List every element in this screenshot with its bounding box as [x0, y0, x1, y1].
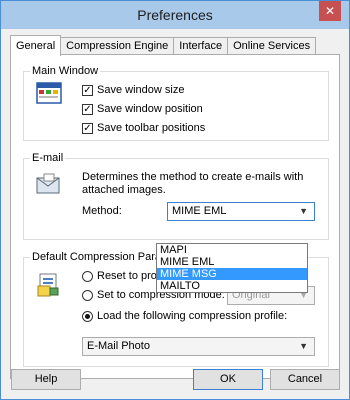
- tab-strip: General Compression Engine Interface Onl…: [10, 35, 317, 56]
- method-select[interactable]: MIME EML ▼: [167, 202, 315, 221]
- window-icon: [36, 82, 62, 104]
- load-profile-radio[interactable]: [82, 310, 93, 322]
- tab-interface[interactable]: Interface: [173, 37, 229, 55]
- window-title: Preferences: [137, 7, 213, 23]
- save-window-size-option[interactable]: ✓ Save window size: [82, 84, 184, 96]
- close-button[interactable]: ✕: [319, 1, 341, 21]
- title-bar[interactable]: Preferences ✕: [1, 1, 349, 29]
- method-select-value: MIME EML: [172, 205, 227, 217]
- email-description-line-1: Determines the method to create e-mails …: [82, 171, 304, 183]
- help-button[interactable]: Help: [11, 369, 81, 390]
- main-window-group-title: Main Window: [30, 65, 101, 77]
- save-window-position-label: Save window position: [97, 103, 203, 115]
- tab-general[interactable]: General: [10, 35, 62, 56]
- save-window-size-label: Save window size: [97, 84, 185, 96]
- main-window-group: Main Window ✓ Save window size ✓ Save wi…: [23, 65, 329, 141]
- compression-profile-value: E-Mail Photo: [87, 340, 150, 352]
- save-window-size-checkbox[interactable]: ✓: [82, 84, 93, 96]
- email-group-title: E-mail: [30, 152, 66, 164]
- load-profile-option[interactable]: Load the following compression profile:: [82, 310, 287, 322]
- cancel-button[interactable]: Cancel: [270, 369, 340, 390]
- email-icon: [36, 173, 60, 194]
- chevron-down-icon: ▼: [299, 341, 308, 351]
- tab-compression-engine[interactable]: Compression Engine: [60, 37, 175, 55]
- save-window-position-checkbox[interactable]: ✓: [82, 103, 93, 115]
- tab-online-services[interactable]: Online Services: [227, 37, 317, 55]
- save-window-position-option[interactable]: ✓ Save window position: [82, 103, 203, 115]
- save-toolbar-positions-option[interactable]: ✓ Save toolbar positions: [82, 122, 205, 134]
- method-label: Method:: [82, 205, 122, 217]
- method-option-mapi[interactable]: MAPI: [157, 244, 307, 256]
- method-option-mailto[interactable]: MAILTO: [157, 280, 307, 292]
- chevron-down-icon: ▼: [299, 206, 308, 216]
- set-compression-mode-radio[interactable]: [82, 289, 93, 301]
- ok-button[interactable]: OK: [193, 369, 263, 390]
- save-toolbar-positions-checkbox[interactable]: ✓: [82, 122, 93, 134]
- dialog-body: General Compression Engine Interface Onl…: [1, 29, 349, 399]
- compression-icon: [37, 273, 59, 297]
- load-profile-label: Load the following compression profile:: [97, 310, 288, 322]
- reset-to-program-radio[interactable]: [82, 270, 93, 282]
- method-option-mime-eml[interactable]: MIME EML: [157, 256, 307, 268]
- method-dropdown-list: MAPI MIME EML MIME MSG MAILTO: [156, 243, 308, 293]
- preferences-window: Preferences ✕ General Compression Engine…: [0, 0, 350, 400]
- general-panel: Main Window ✓ Save window size ✓ Save wi…: [10, 54, 340, 379]
- email-description-line-2: attached images.: [82, 184, 166, 196]
- save-toolbar-positions-label: Save toolbar positions: [97, 122, 206, 134]
- compression-profile-select[interactable]: E-Mail Photo ▼: [82, 337, 315, 356]
- email-group: E-mail Determines the method to create e…: [23, 152, 329, 240]
- method-option-mime-msg[interactable]: MIME MSG: [157, 268, 307, 280]
